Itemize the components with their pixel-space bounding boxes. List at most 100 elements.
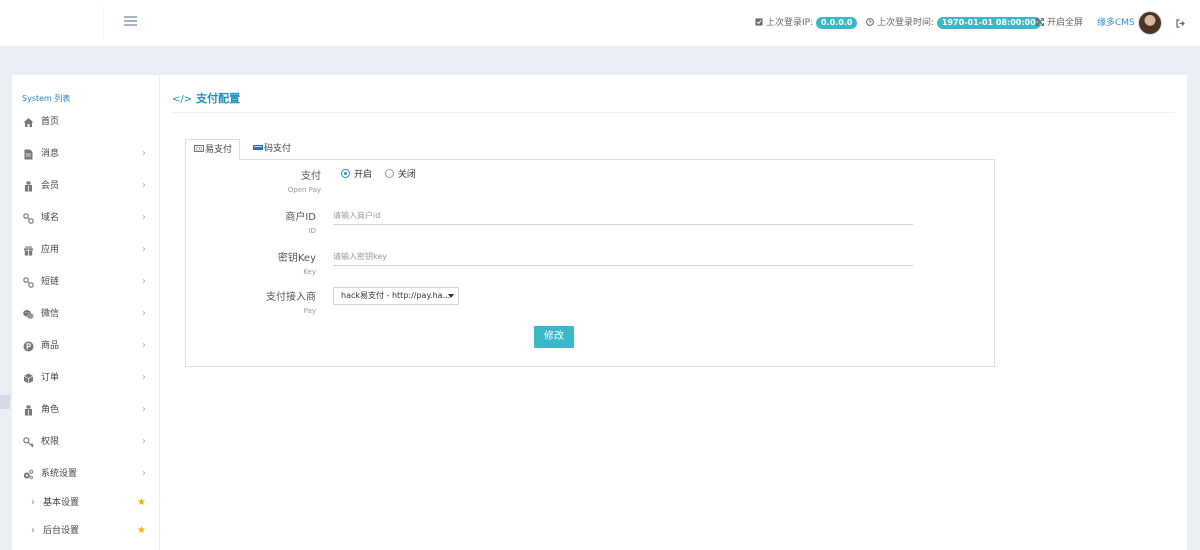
key-icon	[23, 437, 34, 448]
gears-icon	[23, 469, 34, 480]
pay-off-radio[interactable]: 关闭	[384, 169, 416, 181]
link-icon	[23, 277, 34, 288]
star-icon[interactable]: ★	[137, 489, 146, 517]
tab-label: 码支付	[264, 144, 292, 154]
logo	[12, 6, 104, 40]
sidebar-title: System 列表	[22, 94, 71, 103]
secret-key-input[interactable]	[333, 248, 913, 266]
chevron-right-icon: ›	[142, 212, 146, 223]
product-icon	[23, 341, 34, 352]
sidebar-item-label: 首页	[41, 117, 60, 127]
sidebar-item-home[interactable]: 首页	[12, 108, 159, 136]
checkbox-icon	[755, 18, 763, 26]
submit-button[interactable]: 修改	[534, 326, 574, 348]
sidebar-item-label: 角色	[41, 405, 60, 415]
chevron-right-icon: ›	[142, 276, 146, 287]
sidebar-item-label: 消息	[41, 149, 60, 159]
chevron-right-icon: ›	[142, 340, 146, 351]
code-pay-icon	[253, 145, 263, 150]
menu-toggle-icon[interactable]	[124, 16, 137, 28]
sidebar-item-label: 系统设置	[41, 469, 78, 479]
fullscreen-button[interactable]: 开启全屏	[1036, 17, 1083, 30]
sidebar: System 列表 首页 消息 › 会员 › 域名 › 应用 › 短链 › 微信…	[12, 75, 159, 550]
radio-unchecked-icon	[384, 169, 394, 178]
sidebar-item-label: 微信	[41, 309, 60, 319]
last-login-time: 上次登录时间: 1970-01-01 08:00:00	[866, 17, 1041, 30]
file-icon	[24, 149, 33, 160]
tab-label: 易支付	[205, 145, 233, 155]
fullscreen-label: 开启全屏	[1047, 18, 1084, 28]
caret-down-icon	[448, 294, 454, 298]
chevron-right-icon: ›	[142, 404, 146, 415]
tab-easy-pay[interactable]: CO 易支付	[185, 139, 240, 160]
pay-field-label: 支付 Open Pay	[287, 171, 321, 194]
sidebar-collapse-handle[interactable]	[0, 395, 10, 409]
provider-selected-value: hack易支付 - http://pay.ha...	[341, 291, 451, 300]
wechat-icon	[23, 310, 34, 319]
main-panel: </> 支付配置 CO 易支付 码支付 支付 Open Pay 开启 关闭 商户ID…	[160, 75, 1187, 550]
sidebar-item-domains[interactable]: 域名 ›	[12, 204, 159, 232]
role-icon	[25, 405, 32, 416]
sidebar-item-label: 应用	[41, 245, 60, 255]
sidebar-item-label: 会员	[41, 181, 60, 191]
provider-select[interactable]: hack易支付 - http://pay.ha...	[333, 287, 459, 305]
sidebar-item-apps[interactable]: 应用 ›	[12, 236, 159, 264]
sidebar-subitem-basic-settings[interactable]: › 基本设置 ★	[12, 489, 159, 517]
merchant-id-input[interactable]	[333, 207, 913, 225]
sidebar-item-roles[interactable]: 角色 ›	[12, 396, 159, 424]
chevron-right-icon: ›	[142, 308, 146, 319]
merchant-id-label: 商户ID ID	[285, 212, 316, 235]
star-icon[interactable]: ★	[137, 517, 146, 545]
chevron-right-icon: ›	[142, 148, 146, 159]
secret-key-label: 密钥Key Key	[277, 253, 316, 276]
sidebar-item-label: 商品	[41, 341, 60, 351]
divider	[172, 112, 1174, 113]
clock-icon	[866, 18, 874, 26]
sidebar-item-system-settings[interactable]: 系统设置 ›	[12, 460, 159, 488]
last-ip-badge: 0.0.0.0	[816, 17, 858, 29]
pay-radio-group: 开启 关闭	[341, 169, 426, 181]
radio-checked-icon	[341, 169, 350, 178]
home-icon	[23, 118, 34, 127]
sidebar-item-orders[interactable]: 订单 ›	[12, 364, 159, 392]
last-ip-label: 上次登录IP:	[766, 18, 814, 28]
user-icon	[25, 181, 32, 192]
sidebar-item-members[interactable]: 会员 ›	[12, 172, 159, 200]
sidebar-subitem-label: 后台设置	[43, 526, 80, 536]
gift-icon	[24, 246, 33, 256]
last-login-ip: 上次登录IP: 0.0.0.0	[755, 17, 858, 30]
sidebar-item-shortlinks[interactable]: 短链 ›	[12, 268, 159, 296]
sidebar-item-permissions[interactable]: 权限 ›	[12, 428, 159, 456]
chevron-right-icon: ›	[142, 180, 146, 191]
top-header: 上次登录IP: 0.0.0.0 上次登录时间: 1970-01-01 08:00…	[0, 0, 1200, 46]
easy-pay-icon: CO	[194, 145, 204, 152]
last-time-badge: 1970-01-01 08:00:00	[936, 17, 1041, 29]
pay-on-radio[interactable]: 开启	[341, 169, 372, 181]
chevron-right-icon: ›	[142, 436, 146, 447]
sidebar-item-label: 权限	[41, 437, 60, 447]
chevron-right-icon: ›	[31, 525, 35, 536]
avatar[interactable]	[1138, 11, 1162, 35]
code-icon: </>	[172, 94, 193, 105]
logout-icon[interactable]	[1176, 19, 1185, 28]
sidebar-item-products[interactable]: 商品 ›	[12, 332, 159, 360]
last-time-label: 上次登录时间:	[877, 18, 935, 28]
provider-label: 支付接入商 Pay	[266, 292, 316, 315]
chevron-right-icon: ›	[31, 497, 35, 508]
sidebar-item-messages[interactable]: 消息 ›	[12, 140, 159, 168]
chevron-right-icon: ›	[142, 468, 146, 479]
sidebar-item-wechat[interactable]: 微信 ›	[12, 300, 159, 328]
sidebar-subitem-admin-settings[interactable]: › 后台设置 ★	[12, 517, 159, 545]
sidebar-item-label: 订单	[41, 373, 60, 383]
page-title-text: 支付配置	[196, 92, 241, 105]
expand-icon	[1036, 18, 1044, 26]
sidebar-item-label: 短链	[41, 277, 60, 287]
page-title: </> 支付配置	[172, 90, 240, 106]
user-name-link[interactable]: 缘多CMS	[1097, 17, 1135, 30]
sidebar-item-label: 域名	[41, 213, 60, 223]
order-icon	[23, 373, 34, 384]
chevron-right-icon: ›	[142, 372, 146, 383]
tab-code-pay[interactable]: 码支付	[245, 139, 299, 160]
link-icon	[23, 213, 34, 224]
svg-text:CO: CO	[196, 146, 203, 152]
